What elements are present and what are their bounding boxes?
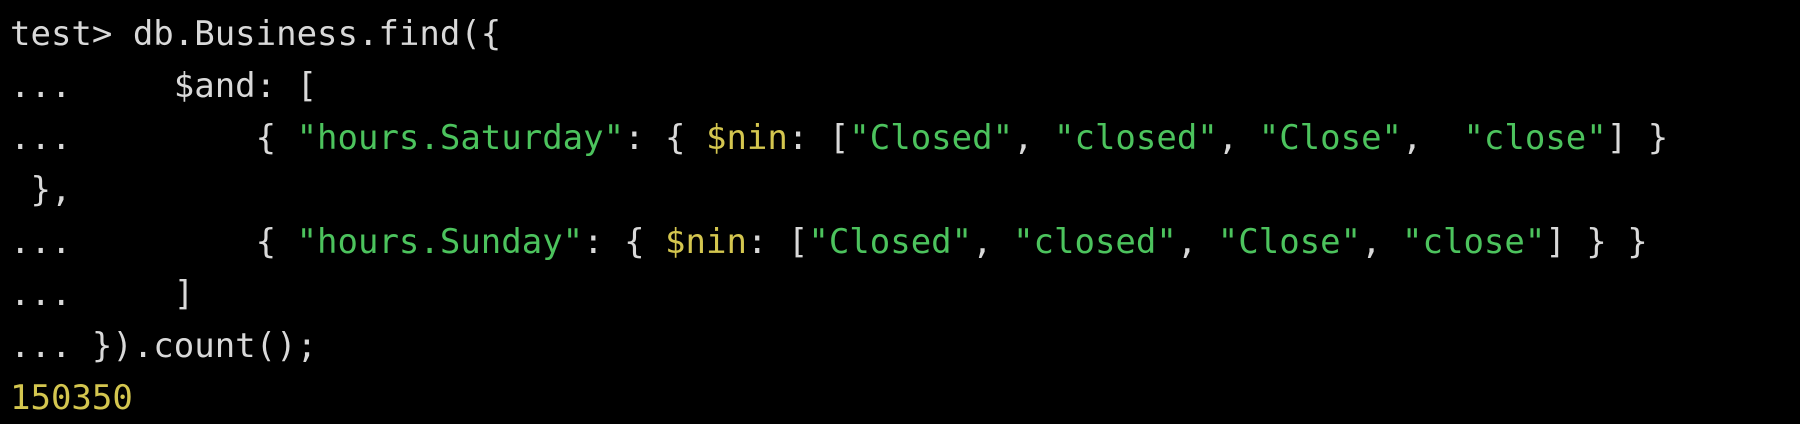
terminal-token-string: "close" (1463, 118, 1607, 158)
terminal-line-result: 150350 (10, 372, 1800, 424)
terminal-token-default: , (1402, 118, 1464, 158)
terminal-token-default: , (1176, 222, 1218, 262)
terminal-output[interactable]: test> db.Business.find({ ... $and: [ ...… (0, 0, 1800, 418)
terminal-line-array-close: ... ] (10, 268, 1800, 320)
terminal-token-default: : { (624, 118, 706, 158)
terminal-token-default: : [ (746, 222, 809, 262)
terminal-token-default: , (1217, 118, 1259, 158)
terminal-token-string: "Close" (1217, 222, 1362, 262)
terminal-token-default: }, (10, 170, 72, 210)
terminal-line-saturday-close: }, (10, 164, 1800, 216)
terminal-token-result: 150350 (10, 378, 133, 418)
terminal-token-default: , (1013, 118, 1055, 158)
terminal-token-default: ... { (10, 222, 297, 262)
terminal-token-default: ... }).count(); (10, 326, 318, 366)
terminal-token-string: "hours.Saturday" (296, 118, 625, 158)
terminal-token-default: ... { (10, 118, 297, 158)
terminal-token-default: ] } } (1545, 222, 1648, 262)
terminal-token-default: ... ] (10, 274, 195, 314)
terminal-token-default: : [ (787, 118, 850, 158)
terminal-line-command: test> db.Business.find({ (10, 8, 1800, 60)
terminal-line-sunday: ... { "hours.Sunday": { $nin: ["Closed",… (10, 216, 1800, 268)
terminal-token-default: , (972, 222, 1014, 262)
terminal-token-string: "close" (1402, 222, 1546, 262)
terminal-token-string: "closed" (1054, 118, 1218, 158)
terminal-token-default: , (1361, 222, 1403, 262)
terminal-token-default: ... $and: [ (10, 66, 318, 106)
terminal-token-op: $nin (705, 118, 788, 158)
terminal-line-and: ... $and: [ (10, 60, 1800, 112)
terminal-token-string: "hours.Sunday" (296, 222, 584, 262)
terminal-token-string: "Closed" (808, 222, 973, 262)
terminal-token-op: $nin (665, 222, 747, 262)
terminal-token-default: test> db.Business.find({ (10, 14, 502, 54)
terminal-token-string: "Closed" (849, 118, 1014, 158)
terminal-token-default: ] } (1606, 118, 1669, 158)
terminal-token-default: : { (583, 222, 666, 262)
terminal-token-string: "Close" (1258, 118, 1403, 158)
terminal-token-string: "closed" (1013, 222, 1177, 262)
terminal-line-saturday: ... { "hours.Saturday": { $nin: ["Closed… (10, 112, 1800, 164)
terminal-line-count: ... }).count(); (10, 320, 1800, 372)
